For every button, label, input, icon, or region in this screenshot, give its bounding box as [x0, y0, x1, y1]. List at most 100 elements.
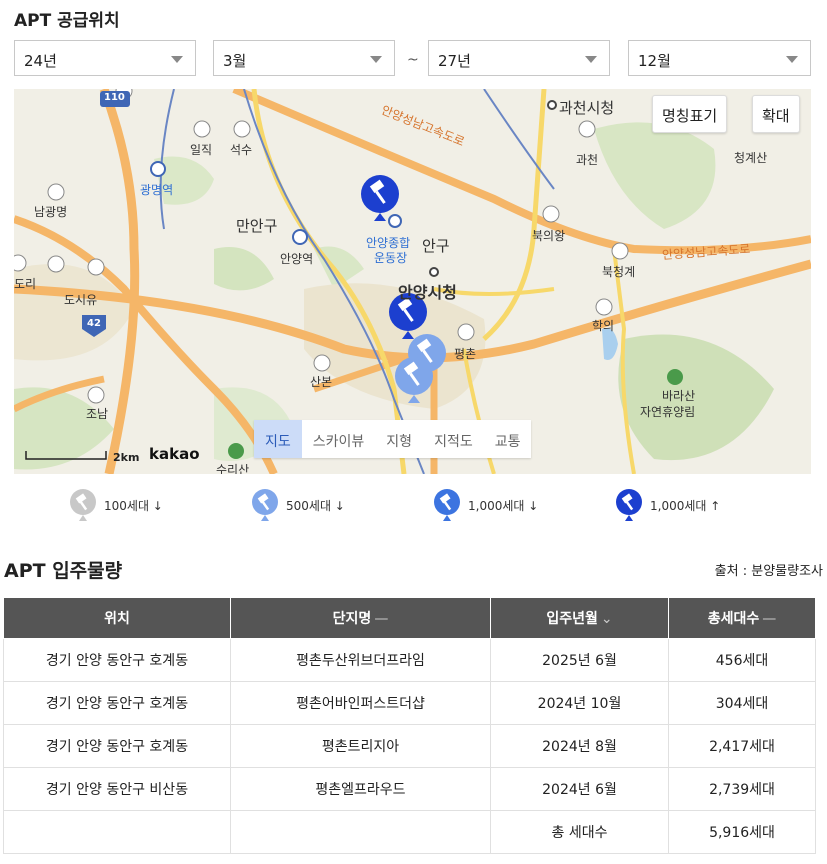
table-row: 경기 안양 동안구 호계동 평촌두산위브더프라임 2025년 6월 456세대 [3, 638, 816, 682]
table-row: 경기 안양 동안구 호계동 평촌트리지아 2024년 8월 2,417세대 [3, 724, 816, 768]
map-type-skyview[interactable]: 스카이뷰 [302, 420, 376, 458]
hammer-pin-darkblue-icon [616, 489, 642, 521]
chevron-down-icon [786, 56, 798, 63]
map-label-pyeongchon: 평촌 [454, 347, 477, 361]
map-type-map[interactable]: 지도 [254, 420, 302, 458]
chevron-down-icon [171, 56, 183, 63]
table-header-row: 위치 단지명 — 입주년월 ⌄ 총세대수 — [3, 597, 816, 639]
apt-pin-darkblue-1 [361, 175, 399, 221]
cell-units: 2,739세대 [668, 767, 816, 811]
chevron-down-icon [585, 56, 597, 63]
cell-empty [3, 810, 231, 854]
zoom-button[interactable]: 확대 [752, 95, 800, 133]
map-type-switcher: 지도 스카이뷰 지형 지적도 교통 [254, 420, 532, 458]
cell-empty [230, 810, 491, 854]
legend-item-1000-above: 1,000세대 ↑ [614, 488, 720, 522]
col-date-label: 입주년월 [546, 611, 598, 627]
hammer-pin-lightblue-icon [252, 489, 278, 521]
cell-complex: 평촌두산위브더프라임 [230, 638, 491, 682]
route-110-badge: 110 [104, 92, 125, 103]
map-label-cheonggyesan: 청계산 [734, 151, 768, 165]
map-label-namgwangmyeong: 남광명 [34, 205, 68, 219]
col-units-label: 총세대수 [707, 611, 760, 627]
chevron-down-icon [370, 56, 382, 63]
map-type-cadastral[interactable]: 지적도 [423, 420, 484, 458]
map-label-iljik: 일직 [190, 143, 213, 157]
cell-date: 2025년 6월 [490, 638, 669, 682]
legend-label: 100세대 ↓ [104, 498, 163, 513]
map-label-gwacheon-hall: 과천시청 [559, 99, 615, 117]
move-in-section-title: APT 입주물량 [4, 560, 123, 582]
map-label-sports2: 운동장 [374, 251, 408, 265]
map-label-anyang-hall: 안양시청 [398, 283, 457, 302]
map-label-gwacheon: 과천 [576, 153, 599, 167]
end-month-select[interactable]: 12월 [628, 40, 811, 76]
end-year-value: 27년 [438, 52, 471, 70]
show-names-button[interactable]: 명칭표기 [652, 95, 728, 133]
legend-label: 1,000세대 ↑ [650, 498, 721, 513]
start-year-select[interactable]: 24년 [14, 40, 196, 76]
cell-units: 2,417세대 [668, 724, 816, 768]
table-total-row: 총 세대수 5,916세대 [3, 810, 816, 854]
map-label-bugui: 북의왕 [532, 229, 566, 243]
map-label-bukcheonggye: 북청계 [602, 265, 636, 279]
sort-chevron-down-icon[interactable]: ⌄ [601, 611, 613, 627]
end-year-select[interactable]: 27년 [428, 40, 610, 76]
map-label-dori: 도리 [14, 277, 37, 291]
map-label-suriisan: 수리산 [216, 463, 250, 474]
col-location-label: 위치 [104, 611, 130, 627]
route-42-badge: 42 [87, 318, 101, 329]
sort-dash-icon[interactable]: — [762, 611, 776, 627]
cell-complex: 평촌트리지아 [230, 724, 491, 768]
start-month-select[interactable]: 3월 [213, 40, 395, 76]
map-scale: 2km [113, 451, 140, 464]
cell-units: 456세대 [668, 638, 816, 682]
sort-dash-icon[interactable]: — [374, 611, 388, 627]
table-row: 경기 안양 동안구 호계동 평촌어바인퍼스트더샵 2024년 10월 304세대 [3, 681, 816, 725]
map-label-manan: 만안구 [236, 217, 278, 235]
map-label-dongan: 안구 [422, 237, 450, 255]
total-label: 총 세대수 [490, 810, 669, 854]
cell-date: 2024년 8월 [490, 724, 669, 768]
range-separator: ~ [407, 52, 419, 68]
cell-date: 2024년 6월 [490, 767, 669, 811]
legend-item-100: 100세대 ↓ [68, 488, 163, 522]
table-row: 경기 안양 동안구 비산동 평촌엘프라우드 2024년 6월 2,739세대 [3, 767, 816, 811]
cell-location: 경기 안양 동안구 호계동 [3, 638, 231, 682]
col-location: 위치 [3, 597, 231, 639]
map-type-terrain[interactable]: 지형 [375, 420, 423, 458]
legend-label: 500세대 ↓ [286, 498, 345, 513]
start-month-value: 3월 [223, 52, 247, 70]
map-label-dosiyu: 도시유 [64, 293, 98, 307]
cell-location: 경기 안양 동안구 호계동 [3, 724, 231, 768]
map-label-jonam: 조남 [86, 407, 109, 421]
start-year-value: 24년 [24, 52, 57, 70]
map-label-hagui: 학의 [592, 319, 615, 333]
supply-section-title: APT 공급위치 [14, 11, 120, 31]
col-total-units[interactable]: 총세대수 — [668, 597, 816, 639]
col-complex[interactable]: 단지명 — [230, 597, 491, 639]
col-complex-label: 단지명 [332, 611, 372, 627]
map-label-barasan: 바라산 [662, 389, 696, 403]
map-label-barasan-forest: 자연휴양림 [640, 405, 696, 419]
cell-units: 304세대 [668, 681, 816, 725]
cell-location: 경기 안양 동안구 비산동 [3, 767, 231, 811]
map-label-sanbon: 산본 [310, 375, 333, 389]
kakao-logo: kakao [149, 445, 200, 463]
col-move-in-date[interactable]: 입주년월 ⌄ [490, 597, 669, 639]
hammer-pin-blue-icon [434, 489, 460, 521]
move-in-table: 위치 단지명 — 입주년월 ⌄ 총세대수 — 경기 안양 동안구 호계동 평촌두산위브… [3, 597, 816, 854]
supply-map[interactable]: 과천시청 안양시청 만안구 안구 안양종합 운동장 안양역 광명역 일직 석수 … [14, 89, 811, 474]
legend-item-1000-below: 1,000세대 ↓ [432, 488, 538, 522]
legend-item-500: 500세대 ↓ [250, 488, 345, 522]
cell-complex: 평촌엘프라우드 [230, 767, 491, 811]
map-label-gwangmyeong-station: 광명역 [140, 183, 174, 197]
cell-date: 2024년 10월 [490, 681, 669, 725]
map-label-seoksu: 석수 [230, 143, 253, 157]
hammer-pin-gray-icon [70, 489, 96, 521]
data-source: 출처 : 분양물량조사 [714, 564, 823, 579]
map-type-traffic[interactable]: 교통 [484, 420, 532, 458]
end-month-value: 12월 [638, 52, 671, 70]
cell-location: 경기 안양 동안구 호계동 [3, 681, 231, 725]
cell-complex: 평촌어바인퍼스트더샵 [230, 681, 491, 725]
